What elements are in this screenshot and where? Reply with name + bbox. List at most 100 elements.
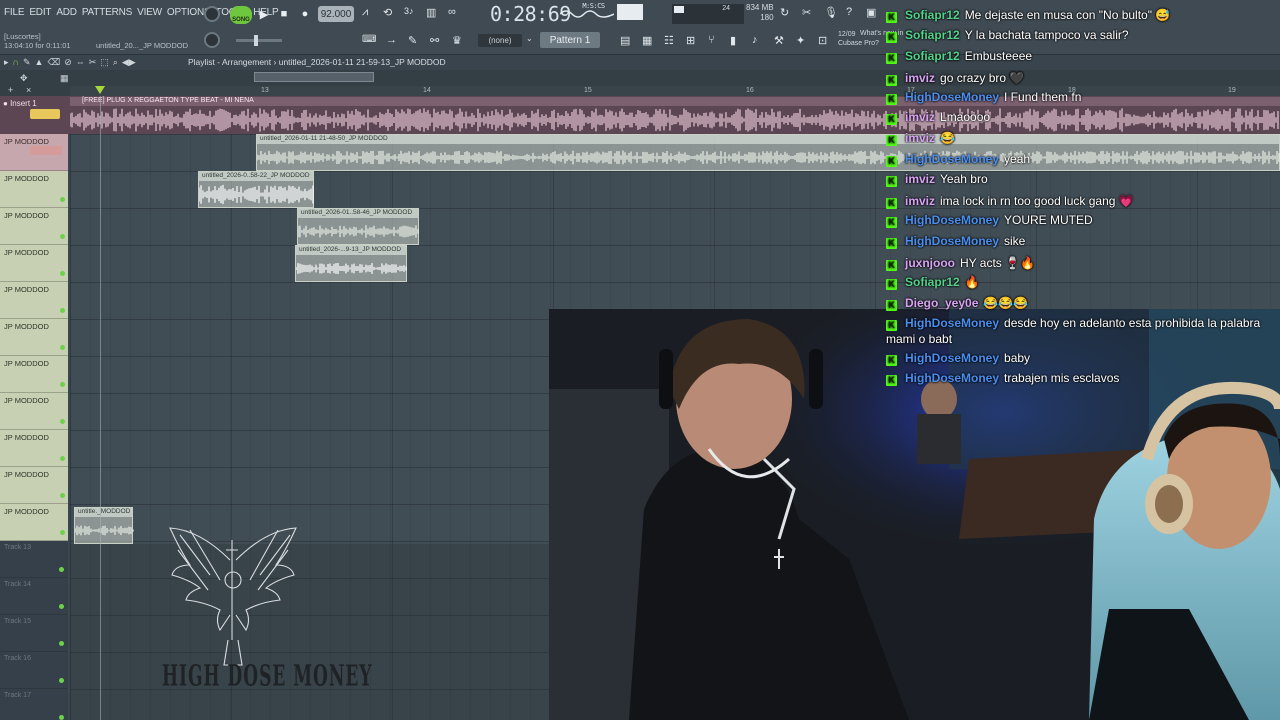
menu-edit[interactable]: EDIT	[29, 7, 51, 18]
track-label[interactable]: JP MODDOD	[0, 319, 68, 356]
chevron-down-icon[interactable]: ⌄	[526, 34, 533, 43]
browser-icon[interactable]: ⑂	[708, 34, 715, 46]
track-label[interactable]: JP MODDOD	[0, 282, 68, 319]
track-enable-led[interactable]	[59, 641, 64, 646]
arrow-right-icon[interactable]: →	[386, 34, 397, 46]
menu-file[interactable]: FILE	[4, 7, 25, 18]
song-position-marker[interactable]	[95, 86, 105, 94]
menu-arrow-icon[interactable]: ▸	[4, 57, 9, 68]
track-enable-led[interactable]	[60, 456, 65, 461]
track-label[interactable]: JP MODDOD	[0, 467, 68, 504]
chat-username[interactable]: Sofiapr12	[905, 275, 960, 289]
pencil-icon[interactable]: ✎	[408, 34, 417, 47]
chat-username[interactable]: Sofiapr12	[905, 8, 960, 22]
chat-username[interactable]: juxnjooo	[905, 256, 955, 270]
grid-icon[interactable]: ▦	[60, 73, 69, 84]
track-enable-led[interactable]	[60, 308, 65, 313]
track-controls[interactable]	[30, 109, 60, 119]
chat-username[interactable]: imviz	[905, 172, 935, 186]
track-label-empty[interactable]: Track 16	[0, 652, 68, 689]
move-icon[interactable]: ✥	[20, 73, 28, 84]
add-track-icon[interactable]: +	[8, 85, 13, 95]
chat-username[interactable]: Diego_yey0e	[905, 296, 978, 310]
snap-selector[interactable]: (none)	[478, 34, 522, 47]
track-label[interactable]: JP MODDOD	[0, 393, 68, 430]
master-volume-knob[interactable]	[204, 6, 220, 22]
chat-username[interactable]: HighDoseMoney	[905, 90, 999, 104]
slip-icon[interactable]: ⇔	[76, 57, 85, 68]
playlist-icon[interactable]: ▤	[620, 34, 630, 47]
chat-username[interactable]: imviz	[905, 110, 935, 124]
metronome-icon[interactable]: ⩘	[362, 6, 368, 19]
delete-icon[interactable]: ⌫	[47, 57, 60, 68]
track-enable-led[interactable]	[59, 567, 64, 572]
chat-username[interactable]: HighDoseMoney	[905, 316, 999, 330]
slider-handle[interactable]	[254, 35, 258, 46]
track-label-empty[interactable]: Track 14	[0, 578, 68, 615]
close-icon[interactable]: ×	[26, 85, 31, 95]
select-icon[interactable]: ⬚	[100, 57, 109, 68]
cart-icon[interactable]: ⊡	[818, 34, 827, 47]
chat-username[interactable]: imviz	[905, 194, 935, 208]
stamp-icon[interactable]: ♛	[452, 34, 462, 47]
chat-username[interactable]: Sofiapr12	[905, 28, 960, 42]
mixer-icon[interactable]: ☷	[664, 34, 674, 47]
wait-input-icon[interactable]: ⟲	[383, 6, 392, 19]
menu-patterns[interactable]: PATTERNS	[82, 7, 132, 18]
loop-record-icon[interactable]: ∞	[448, 6, 456, 18]
piano-roll-icon[interactable]: ▦	[642, 34, 652, 47]
help-icon[interactable]: ?	[846, 6, 852, 18]
track-label-first[interactable]: JP MODDOD	[0, 134, 68, 171]
track-enable-led[interactable]	[60, 419, 65, 424]
track-label-empty[interactable]: Track 15	[0, 615, 68, 652]
track-enable-led[interactable]	[60, 345, 65, 350]
chat-username[interactable]: imviz	[905, 131, 935, 145]
magnet-icon[interactable]: ∩	[13, 57, 19, 68]
keyboard-icon[interactable]: ⌨	[362, 34, 376, 45]
slice-icon[interactable]: ✂	[89, 57, 97, 68]
song-mode-toggle[interactable]: SONG	[230, 6, 252, 24]
track-enable-led[interactable]	[60, 197, 65, 202]
track-label[interactable]: JP MODDOD	[0, 356, 68, 393]
track-enable-led[interactable]	[60, 382, 65, 387]
tools-icon[interactable]: ⚒	[774, 34, 784, 47]
chat-username[interactable]: HighDoseMoney	[905, 351, 999, 365]
track-enable-led[interactable]	[60, 234, 65, 239]
step-edit-icon[interactable]: ▥	[426, 6, 436, 19]
overview-scroll-thumb[interactable]	[254, 72, 374, 82]
track-enable-led[interactable]	[60, 530, 65, 535]
microphone-icon[interactable]: 🎙	[824, 6, 838, 19]
channel-rack-icon[interactable]: ⊞	[686, 34, 695, 47]
master-pitch-knob[interactable]	[204, 32, 220, 48]
track-enable-led[interactable]	[60, 493, 65, 498]
vocal-clip[interactable]: untitled_2026-01..58-46_JP MODDOD	[297, 208, 419, 245]
track-label[interactable]: JP MODDOD	[0, 245, 68, 282]
track-label[interactable]: JP MODDOD	[0, 504, 68, 541]
zoom-icon[interactable]: ⌕	[113, 57, 118, 68]
chat-username[interactable]: HighDoseMoney	[905, 152, 999, 166]
record-icon[interactable]: ●	[297, 6, 313, 22]
bulb-icon[interactable]: ♪	[752, 34, 758, 46]
track-enable-led[interactable]	[59, 715, 64, 720]
refresh-icon[interactable]: ↻	[780, 6, 789, 19]
paint-icon[interactable]: ▲	[35, 57, 44, 68]
plugin-icon[interactable]: ▮	[730, 34, 736, 47]
vocal-clip[interactable]: untitle._MODDOD	[74, 507, 134, 544]
countdown-icon[interactable]: 3♪	[404, 6, 414, 16]
track-label-empty[interactable]: Track 17	[0, 689, 68, 720]
chat-username[interactable]: Sofiapr12	[905, 49, 960, 63]
track-label[interactable]: JP MODDOD	[0, 208, 68, 245]
link-icon[interactable]: ⚯	[430, 34, 439, 47]
play-icon[interactable]: ▶	[256, 6, 272, 22]
track-enable-led[interactable]	[59, 678, 64, 683]
chat-username[interactable]: HighDoseMoney	[905, 234, 999, 248]
track-label-empty[interactable]: Track 13	[0, 541, 68, 578]
menu-add[interactable]: ADD	[56, 7, 77, 18]
master-slider[interactable]	[236, 35, 282, 46]
tempo-display[interactable]: 92.000	[318, 6, 354, 22]
draw-icon[interactable]: ✎	[23, 57, 31, 68]
track-label[interactable]: JP MODDOD	[0, 430, 68, 467]
save-icon[interactable]: ▣	[866, 6, 876, 19]
track-enable-led[interactable]	[60, 271, 65, 276]
menu-view[interactable]: VIEW	[137, 7, 162, 18]
